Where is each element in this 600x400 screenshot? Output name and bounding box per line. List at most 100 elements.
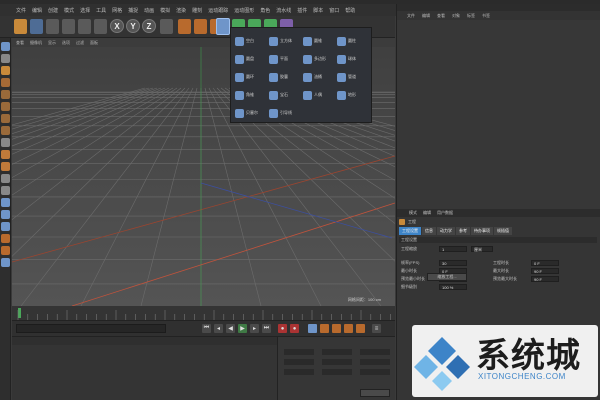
popup-item[interactable]: 贝塞尔 — [235, 106, 268, 120]
attribute-value-field[interactable]: 1 — [439, 245, 467, 252]
attribute-menu-item[interactable]: 模式 — [409, 210, 417, 216]
play-backwards-icon[interactable]: ◀ — [226, 324, 235, 333]
cube-menu-icon[interactable] — [216, 18, 230, 35]
record-icon[interactable]: ● — [278, 324, 287, 333]
popup-item[interactable]: 宝石 — [269, 88, 302, 102]
parameter-key-icon[interactable] — [356, 324, 365, 333]
position-key-icon[interactable] — [320, 324, 329, 333]
attribute-tab[interactable]: 参考 — [456, 227, 470, 235]
popup-item[interactable]: 空白 — [235, 34, 268, 48]
popup-item[interactable]: 油桶 — [303, 70, 336, 84]
model-mode-icon[interactable] — [1, 54, 10, 63]
go-to-start-icon[interactable]: ⏮ — [202, 324, 211, 333]
timeline-ruler[interactable] — [12, 306, 395, 320]
recent-tools-icon[interactable] — [94, 19, 107, 34]
render-to-picture-viewer-icon[interactable] — [194, 19, 207, 34]
attribute-tab[interactable]: 工程设置 — [399, 227, 421, 235]
viewport-menu-item[interactable]: 查看 — [16, 40, 24, 46]
go-to-end-icon[interactable]: ⏭ — [262, 324, 271, 333]
popup-item[interactable]: 平面 — [269, 52, 302, 66]
attribute-value-field[interactable]: 90 F — [531, 275, 559, 282]
viewport-menu-item[interactable]: 选项 — [62, 40, 70, 46]
object-manager-menu-item[interactable]: 编辑 — [422, 13, 430, 19]
attribute-tab[interactable]: 动力学 — [437, 227, 455, 235]
rotate-icon[interactable] — [78, 19, 91, 34]
menu-item[interactable]: 模式 — [64, 7, 74, 14]
popup-item[interactable]: 角锥 — [235, 88, 268, 102]
popup-item[interactable]: 引导线 — [269, 106, 302, 120]
object-manager-menu-item[interactable]: 对象 — [452, 13, 460, 19]
menu-item[interactable]: 运动跟踪 — [208, 7, 228, 14]
autokey-icon[interactable]: ● — [290, 324, 299, 333]
scale-icon[interactable] — [62, 19, 75, 34]
z-axis-button[interactable]: Z — [142, 19, 156, 33]
menu-item[interactable]: 文件 — [16, 7, 26, 14]
position-z-field[interactable] — [284, 369, 314, 375]
menu-item[interactable]: 角色 — [260, 7, 270, 14]
popup-item[interactable]: 地形 — [337, 88, 370, 102]
position-y-field[interactable] — [284, 359, 314, 365]
attribute-value-field[interactable]: 90 F — [531, 267, 559, 274]
popup-item[interactable]: 圆柱 — [337, 34, 370, 48]
make-editable-icon[interactable] — [1, 42, 10, 51]
attribute-tab[interactable]: 信息 — [422, 227, 436, 235]
menu-item[interactable]: 网格 — [112, 7, 122, 14]
object-manager-menu-item[interactable]: 查看 — [437, 13, 445, 19]
mirror-icon[interactable] — [1, 258, 10, 267]
menu-item[interactable]: 模拟 — [160, 7, 170, 14]
enable-axis-icon[interactable] — [1, 138, 10, 147]
texture-mode-icon[interactable] — [1, 66, 10, 75]
popup-item[interactable]: 立方体 — [269, 34, 302, 48]
frame-range-slider[interactable] — [16, 324, 166, 333]
popup-item[interactable]: 圆盘 — [235, 52, 268, 66]
axis-workplane-icon[interactable] — [1, 210, 10, 219]
previous-key-icon[interactable]: ◂ — [214, 324, 223, 333]
viewport-solo-icon[interactable] — [1, 162, 10, 171]
object-manager-menu-item[interactable]: 标签 — [467, 13, 475, 19]
popup-item[interactable]: 圆锥 — [303, 34, 336, 48]
attribute-menu-item[interactable]: 用户数据 — [437, 210, 453, 216]
menu-item[interactable]: 运动图形 — [234, 7, 254, 14]
menu-item[interactable]: 雕刻 — [192, 7, 202, 14]
tweak-icon[interactable] — [1, 150, 10, 159]
menu-item[interactable]: 创建 — [48, 7, 58, 14]
viewport-menu-item[interactable]: 过滤 — [76, 40, 84, 46]
object-list[interactable] — [397, 20, 600, 209]
attribute-value-field[interactable]: 100 % — [439, 283, 467, 290]
size-z-field[interactable] — [322, 369, 352, 375]
rotation-h-field[interactable] — [360, 349, 390, 355]
unit-dropdown[interactable]: 厘米 — [471, 245, 493, 252]
viewport-menu-item[interactable]: 摄像机 — [30, 40, 42, 46]
menu-item[interactable]: 工具 — [96, 7, 106, 14]
rotation-p-field[interactable] — [360, 359, 390, 365]
menu-item[interactable]: 帮助 — [345, 7, 355, 14]
keyframe-selection-icon[interactable] — [308, 324, 317, 333]
viewport-menu-item[interactable]: 显示 — [48, 40, 56, 46]
position-x-field[interactable] — [284, 349, 314, 355]
menu-item[interactable]: 捕捉 — [128, 7, 138, 14]
popup-item[interactable]: 圆环 — [235, 70, 268, 84]
rotation-b-field[interactable] — [360, 369, 390, 375]
menu-item[interactable]: 窗口 — [329, 7, 339, 14]
popup-item[interactable]: 多边形 — [303, 52, 336, 66]
render-view-icon[interactable] — [178, 19, 191, 34]
popup-item[interactable]: 管道 — [337, 70, 370, 84]
next-key-icon[interactable]: ▸ — [250, 324, 259, 333]
timeline-menu-icon[interactable]: ≡ — [372, 324, 381, 333]
menu-item[interactable]: 选择 — [80, 7, 90, 14]
planar-workplane-icon[interactable] — [1, 198, 10, 207]
coordinate-system-icon[interactable] — [160, 19, 173, 34]
object-manager-menu-item[interactable]: 书签 — [482, 13, 490, 19]
menu-item[interactable]: 脚本 — [313, 7, 323, 14]
scale-project-button[interactable]: 缩放工程... — [427, 273, 467, 281]
popup-item[interactable]: 胶囊 — [269, 70, 302, 84]
attribute-value-field[interactable]: 30 — [439, 259, 467, 266]
workplane-icon[interactable] — [1, 78, 10, 87]
menu-item[interactable]: 编辑 — [32, 7, 42, 14]
size-y-field[interactable] — [322, 359, 352, 365]
menu-item[interactable]: 流水线 — [276, 7, 291, 14]
menu-item[interactable]: 插件 — [297, 7, 307, 14]
attribute-value-field[interactable]: 0 F — [531, 259, 559, 266]
attribute-tab[interactable]: 待办事项 — [471, 227, 493, 235]
apply-button[interactable] — [360, 389, 390, 397]
